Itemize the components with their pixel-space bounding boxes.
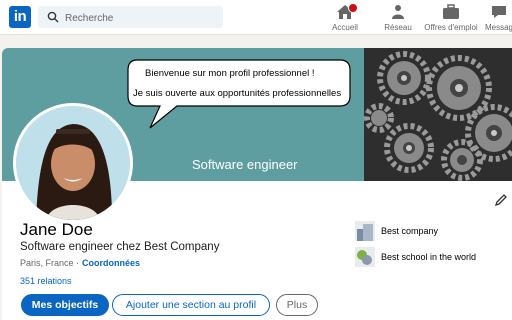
bubble-text-welcome: Bienvenue sur mon profil professionnel !: [145, 68, 315, 79]
notification-badge: [348, 3, 358, 13]
briefcase-icon: [443, 4, 459, 19]
company-logo-icon: [355, 221, 375, 241]
contact-info-link[interactable]: Coordonnées: [82, 258, 140, 268]
company-name: Best company: [381, 226, 439, 236]
profile-location-row: Paris, France · Coordonnées: [20, 258, 140, 268]
message-icon: [492, 6, 506, 18]
avatar-photo: [16, 106, 130, 220]
linkedin-logo[interactable]: in: [9, 6, 31, 28]
my-goals-button[interactable]: Mes objectifs: [21, 294, 109, 316]
nav-jobs[interactable]: Offres d'emploi: [421, 4, 481, 32]
nav-jobs-label: Offres d'emploi: [424, 23, 478, 32]
nav-network[interactable]: Réseau: [383, 4, 413, 32]
nav-network-label: Réseau: [384, 23, 412, 32]
edit-pencil-icon[interactable]: [494, 193, 508, 207]
nav-home-label: Accueil: [332, 23, 358, 32]
gears-image: [364, 48, 512, 181]
nav-messaging[interactable]: Messag: [484, 4, 512, 32]
profile-name: Jane Doe: [20, 220, 93, 239]
profile-location: Paris, France ·: [20, 258, 80, 268]
profile-card: Bienvenue sur mon profil professionnel !…: [2, 48, 512, 320]
people-icon: [392, 5, 404, 19]
nav-messaging-label: Messag: [484, 23, 512, 32]
profile-headline: Software engineer chez Best Company: [20, 241, 220, 253]
search-box[interactable]: [38, 6, 223, 28]
banner-caption: Software engineer: [192, 157, 298, 172]
search-icon: [47, 11, 59, 23]
school-name: Best school in the world: [381, 252, 477, 262]
search-input[interactable]: [63, 9, 217, 27]
connections-link[interactable]: 351 relations: [20, 276, 72, 286]
school-logo-icon: [355, 247, 375, 267]
top-navigation-bar: in Accueil Réseau Offres d'emploi Mess: [0, 0, 512, 35]
profile-avatar[interactable]: [13, 103, 133, 223]
bubble-text-open-to-work: Je suis ouverte aux opportunités profess…: [133, 88, 342, 99]
gears-photo: [364, 48, 512, 181]
add-profile-section-button[interactable]: Ajouter une section au profil: [112, 294, 270, 316]
more-button[interactable]: Plus: [276, 294, 318, 316]
